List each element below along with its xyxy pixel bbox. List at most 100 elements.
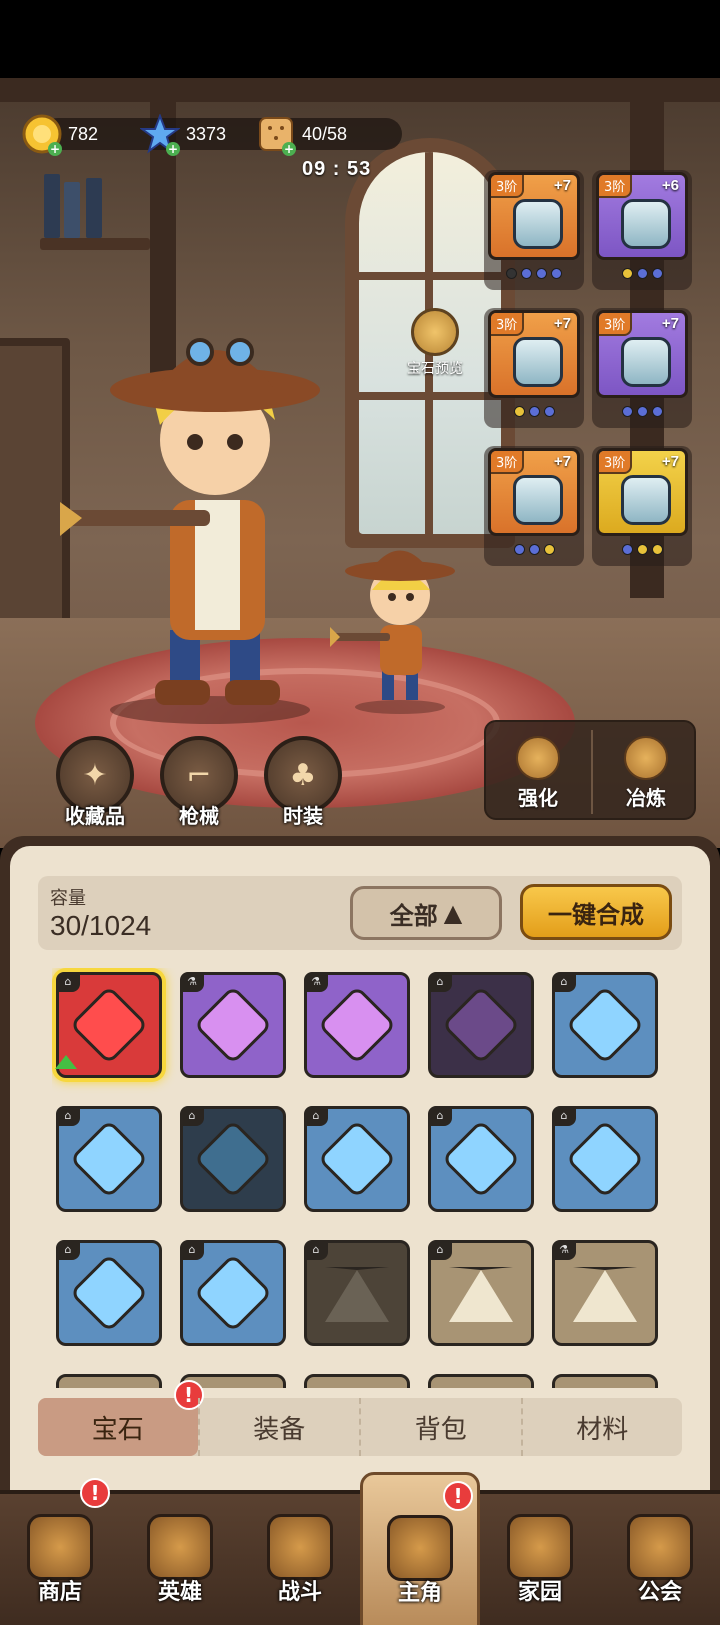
add-gold-icon[interactable]: +: [48, 142, 62, 156]
equipment-slot[interactable]: 3阶 +7: [484, 446, 584, 566]
gem-counter[interactable]: + 3373: [138, 113, 227, 156]
enhance-level: +7: [553, 315, 571, 332]
equipment-slot[interactable]: 3阶 +6: [592, 170, 692, 290]
gem-preview-button[interactable]: 宝石预览: [400, 308, 470, 378]
star-gem-icon: +: [138, 113, 182, 156]
gem-icon: [69, 1253, 149, 1333]
gold-counter[interactable]: + 782: [22, 114, 98, 156]
gem-socket-dots: [484, 544, 584, 555]
boots-icon: [513, 337, 563, 387]
gem-socket-dot: [651, 268, 663, 279]
equipment-card: 3阶 +7: [596, 310, 688, 398]
nav-home[interactable]: 家园: [480, 1494, 600, 1625]
fashion-button[interactable]: ♣ 时装: [258, 736, 348, 829]
inventory-tabs: 宝石 ! 装备 背包 材料: [38, 1380, 683, 1456]
auto-merge-button[interactable]: 一键合成: [520, 884, 672, 940]
gem-cell[interactable]: ⌂: [552, 1106, 658, 1212]
equipment-card: 3阶 +6: [596, 172, 688, 260]
collectibles-button[interactable]: ✦ 收藏品: [50, 736, 140, 829]
nav-battle[interactable]: 战斗: [240, 1494, 360, 1625]
enhance-button[interactable]: 强化: [486, 722, 590, 822]
enhance-level: +7: [553, 453, 571, 470]
firearms-button[interactable]: ⌐ 枪械: [154, 736, 244, 829]
nav-shop-label: 商店: [37, 1580, 82, 1605]
equip-slot-icon: ⌂: [56, 972, 80, 992]
gem-cell[interactable]: ⌂: [552, 972, 658, 1078]
tab-gems[interactable]: 宝石 !: [38, 1380, 204, 1456]
gem-icon: [441, 1119, 521, 1199]
equip-slot-icon: ⌂: [56, 1240, 80, 1260]
equipment-card: 3阶 +7: [488, 172, 580, 260]
gem-icon: [69, 1119, 149, 1199]
gem-icon: [193, 1119, 273, 1199]
gem-cell[interactable]: [428, 1374, 534, 1388]
gem-cell[interactable]: ⌂: [56, 1240, 162, 1346]
gem-cell[interactable]: ⌂: [428, 1240, 534, 1346]
gem-socket-dot: [513, 406, 525, 417]
gem-cell[interactable]: ⌂: [304, 1106, 410, 1212]
equip-slot-icon: ⚗: [552, 1240, 576, 1260]
equipment-slot[interactable]: 3阶 +7: [592, 446, 692, 566]
gem-socket-dot: [528, 406, 540, 417]
gem-socket-dot: [636, 268, 648, 279]
collectibles-label: 收藏品: [65, 804, 125, 828]
tier-badge: 3阶: [491, 313, 525, 336]
nav-protagonist[interactable]: 主角 !: [360, 1472, 480, 1625]
alert-badge: !: [80, 1478, 110, 1508]
gem-socket-dot: [651, 544, 663, 555]
gem-cell[interactable]: ⌂: [180, 1106, 286, 1212]
hexagon-gem-icon: [411, 308, 459, 356]
tower-banner-icon: [627, 1514, 693, 1580]
equipment-slot[interactable]: 3阶 +7: [484, 170, 584, 290]
gem-socket-dot: [506, 268, 517, 279]
stamina-counter[interactable]: + 40/58: [256, 114, 347, 156]
smelt-button[interactable]: 冶炼: [594, 722, 698, 822]
gem-cell[interactable]: [56, 1374, 162, 1388]
gem-cell[interactable]: ⌂: [304, 1240, 410, 1346]
helmet-icon: [513, 199, 563, 249]
bottom-nav: 商店 ! 英雄 战斗 主角 ! 家园 公会: [0, 1472, 720, 1625]
nav-guild-label: 公会: [637, 1580, 682, 1605]
gem-socket-dots: [592, 406, 692, 417]
add-stamina-icon[interactable]: +: [282, 142, 296, 156]
gem-cell[interactable]: ⌂: [56, 1106, 162, 1212]
tab-equipment[interactable]: 装备: [197, 1398, 360, 1456]
equip-slot-icon: ⌂: [304, 1240, 328, 1260]
tab-backpack[interactable]: 背包: [359, 1398, 521, 1456]
gem-icon: [69, 985, 149, 1065]
equip-slot-icon: ⌂: [180, 1240, 204, 1260]
gem-value: 3373: [186, 123, 227, 144]
tab-materials[interactable]: 材料: [520, 1398, 683, 1456]
equip-slot-icon: ⌂: [180, 1106, 204, 1126]
gem-socket-dot: [543, 406, 555, 417]
gem-cell[interactable]: ⚗: [304, 972, 410, 1078]
gem-socket-dot: [551, 268, 562, 279]
gem-cell[interactable]: ⚗: [552, 1240, 658, 1346]
nav-shop[interactable]: 商店 !: [0, 1478, 120, 1625]
filter-dropdown[interactable]: 全部 ▲: [350, 886, 502, 940]
nav-battle-label: 战斗: [277, 1580, 322, 1605]
gem-socket-dot: [521, 268, 532, 279]
equipment-slot[interactable]: 3阶 +7: [592, 308, 692, 428]
gem-socket-dots: [484, 268, 584, 279]
equip-slot-icon: ⚗: [180, 972, 204, 992]
tab-materials-label: 材料: [576, 1414, 629, 1445]
gem-cell[interactable]: ⌂: [428, 972, 534, 1078]
gem-cell[interactable]: [552, 1374, 658, 1388]
enhance-label: 强化: [518, 786, 558, 810]
owl-hat-icon: [387, 1515, 453, 1581]
gem-cell[interactable]: ⌂: [180, 1240, 286, 1346]
gem-socket-dot: [513, 544, 525, 555]
gem-cell[interactable]: ⌂: [428, 1106, 534, 1212]
gem-cell[interactable]: ⚗: [180, 972, 286, 1078]
nav-guild[interactable]: 公会: [600, 1494, 720, 1625]
filter-label: 全部: [389, 901, 438, 930]
gem-cell[interactable]: ⌂: [55, 972, 162, 1078]
nav-heroes[interactable]: 英雄: [120, 1494, 240, 1625]
tab-backpack-label: 背包: [414, 1414, 467, 1445]
tab-gems-label: 宝石: [91, 1414, 144, 1445]
add-gems-icon[interactable]: +: [166, 142, 180, 156]
equipment-slot[interactable]: 3阶 +7: [484, 308, 584, 428]
gem-cell[interactable]: [304, 1374, 410, 1388]
smelt-label: 冶炼: [626, 786, 666, 810]
